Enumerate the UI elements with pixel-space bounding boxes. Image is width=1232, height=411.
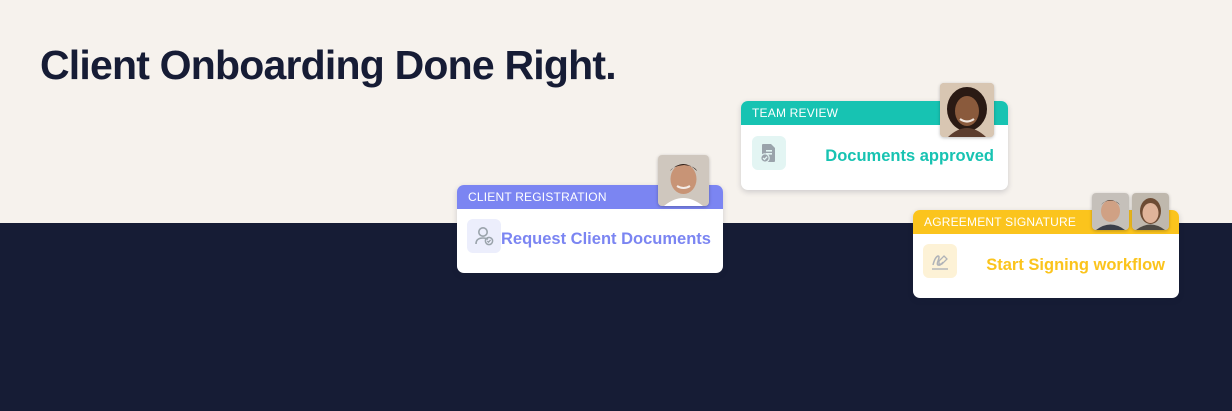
- documents-approved-status: Documents approved: [825, 147, 994, 165]
- page-headline: Client Onboarding Done Right.: [40, 42, 617, 88]
- request-client-documents-button[interactable]: Request Client Documents: [501, 230, 711, 249]
- document-approved-icon: [752, 136, 786, 170]
- reviewer-avatar: [940, 83, 994, 137]
- start-signing-workflow-button[interactable]: Start Signing workflow: [986, 256, 1165, 275]
- signer-avatar-1: [1092, 193, 1129, 230]
- signer-avatar-2: [1132, 193, 1169, 230]
- client-avatar: [658, 155, 709, 206]
- signature-icon: [923, 244, 957, 278]
- user-check-icon: [467, 219, 501, 253]
